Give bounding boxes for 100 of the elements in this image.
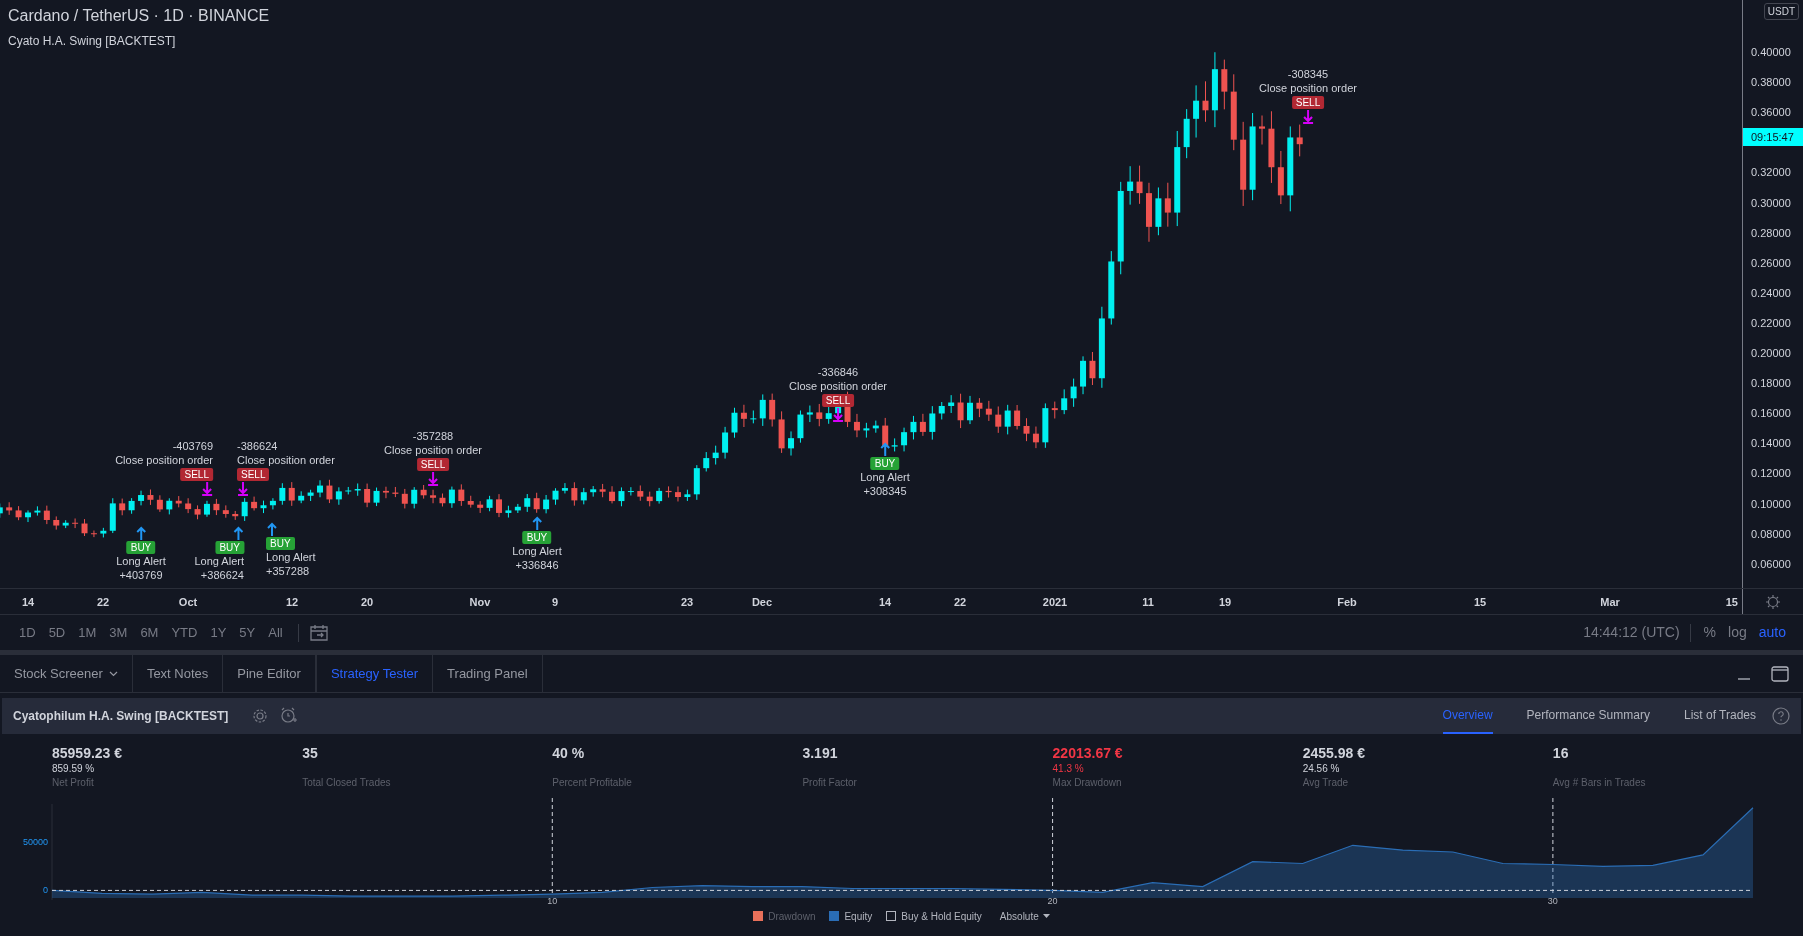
panel-tab[interactable]: Text Notes xyxy=(132,655,224,692)
time-label: 14 xyxy=(21,595,35,610)
sell-badge: SELL xyxy=(237,468,270,481)
settings-icon[interactable] xyxy=(252,708,269,724)
time-label: 22 xyxy=(96,595,110,610)
time-label: 2021 xyxy=(1042,595,1068,610)
price-label: 0.20000 xyxy=(1751,345,1791,361)
legend-label: Buy & Hold Equity xyxy=(901,909,982,924)
strategy-name: Cyatophilum H.A. Swing [BACKTEST] xyxy=(13,708,229,725)
order-value: +308345 xyxy=(863,485,907,498)
range-button[interactable]: 5D xyxy=(43,622,71,643)
down-arrow-icon xyxy=(1302,110,1314,124)
stat-percent: 41.3 % xyxy=(1052,762,1085,776)
sell-badge: SELL xyxy=(180,468,213,481)
panel-tab[interactable]: Pine Editor xyxy=(223,655,316,692)
scale-toggle[interactable]: % xyxy=(1700,622,1720,643)
order-label: Long Alert xyxy=(116,555,166,568)
maximize-icon[interactable] xyxy=(1771,665,1789,682)
price-label: 0.18000 xyxy=(1751,375,1791,391)
checkbox[interactable] xyxy=(886,911,897,921)
panel-tab[interactable]: Trading Panel xyxy=(433,655,543,692)
stat-value: 3.191 xyxy=(802,744,839,762)
up-arrow-icon xyxy=(266,522,278,536)
stat-label: Avg Trade xyxy=(1302,776,1350,789)
panel-tab[interactable]: Strategy Tester xyxy=(315,655,434,692)
view-tab[interactable]: Overview xyxy=(1442,698,1493,734)
up-arrow-icon xyxy=(879,442,891,456)
price-label: 0.12000 xyxy=(1751,466,1791,482)
panel-tab[interactable]: Stock Screener xyxy=(0,655,133,692)
price-label: 0.40000 xyxy=(1751,44,1791,60)
time-label: 9 xyxy=(551,595,559,610)
buy-badge: BUY xyxy=(215,541,244,554)
view-tab[interactable]: Performance Summary xyxy=(1526,698,1650,734)
price-label: 0.28000 xyxy=(1751,225,1791,241)
time-label: Dec xyxy=(751,595,773,610)
stat-value: 35 xyxy=(302,744,319,762)
range-button[interactable]: 6M xyxy=(135,622,164,643)
range-button[interactable]: 1Y xyxy=(205,622,232,643)
down-arrow-icon xyxy=(427,472,439,486)
order-label: Long Alert xyxy=(266,551,316,564)
y-tick-label: 50000 xyxy=(22,837,48,848)
stat-percent: 24.56 % xyxy=(1302,762,1341,776)
help-icon[interactable] xyxy=(1772,707,1790,725)
price-label: 0.38000 xyxy=(1751,74,1791,90)
alarm-add-icon[interactable] xyxy=(280,707,299,725)
stat-value: 40 % xyxy=(552,744,586,762)
order-label: Close position order xyxy=(789,380,887,393)
view-tab[interactable]: List of Trades xyxy=(1683,698,1756,734)
buy-badge: BUY xyxy=(266,537,295,550)
scale-toggle[interactable]: auto xyxy=(1755,622,1789,643)
up-arrow-icon xyxy=(531,516,543,530)
time-label: 14 xyxy=(878,595,892,610)
time-label: Feb xyxy=(1337,595,1357,610)
order-value: -357288 xyxy=(412,430,454,443)
stat-value: 22013.67 € xyxy=(1052,744,1124,762)
time-label: 15 xyxy=(1725,595,1738,610)
stat-value: 2455.98 € xyxy=(1302,744,1366,762)
sell-badge: SELL xyxy=(1291,96,1325,109)
price-label: 0.10000 xyxy=(1751,496,1791,512)
range-button[interactable]: 1M xyxy=(73,622,102,643)
range-button[interactable]: All xyxy=(263,622,288,643)
up-arrow-icon xyxy=(135,526,147,540)
order-value: +336846 xyxy=(515,559,559,572)
indicator-label: Cyato H.A. Swing [BACKTEST] xyxy=(8,33,177,50)
buy-badge: BUY xyxy=(870,457,900,470)
time-label: Oct xyxy=(178,595,198,610)
stat-label: Net Profit xyxy=(52,776,95,789)
time-label: 20 xyxy=(360,595,374,610)
caret-icon xyxy=(1042,914,1050,918)
up-arrow-icon xyxy=(232,526,244,540)
order-value: +357288 xyxy=(266,565,310,578)
stat-label: Max Drawdown xyxy=(1052,776,1123,789)
currency-badge: USDT xyxy=(1763,3,1799,20)
price-label: 0.14000 xyxy=(1751,436,1791,452)
range-button[interactable]: 5Y xyxy=(234,622,261,643)
range-button[interactable]: 3M xyxy=(104,622,133,643)
down-arrow-icon xyxy=(237,482,249,496)
time-label: 15 xyxy=(1473,595,1487,610)
order-label: Close position order xyxy=(115,454,213,467)
range-button[interactable]: YTD xyxy=(166,622,203,643)
mode-dropdown[interactable]: Absolute xyxy=(999,908,1050,924)
range-button[interactable]: 1D xyxy=(14,622,41,643)
order-value: +403769 xyxy=(119,569,163,582)
order-value: -336846 xyxy=(817,366,859,379)
scale-toggle[interactable]: log xyxy=(1725,622,1750,643)
chart-title: Cardano / TetherUS · 1D · BINANCE xyxy=(8,6,270,26)
legend-swatch xyxy=(829,911,840,921)
stat-label: Avg # Bars in Trades xyxy=(1552,776,1647,789)
order-value: -308345 xyxy=(1287,68,1329,81)
price-label: 0.30000 xyxy=(1751,195,1791,211)
stat-label: Profit Factor xyxy=(802,776,858,789)
time-label: 22 xyxy=(953,595,967,610)
order-label: Close position order xyxy=(1259,82,1357,95)
order-value: -386624 xyxy=(237,440,278,453)
time-label: 19 xyxy=(1218,595,1232,610)
order-label: Long Alert xyxy=(860,471,910,484)
price-label: 0.24000 xyxy=(1751,285,1791,301)
calendar-icon[interactable] xyxy=(308,623,329,642)
settings-icon[interactable] xyxy=(1765,593,1781,610)
legend-label[interactable]: Equity xyxy=(844,908,873,924)
